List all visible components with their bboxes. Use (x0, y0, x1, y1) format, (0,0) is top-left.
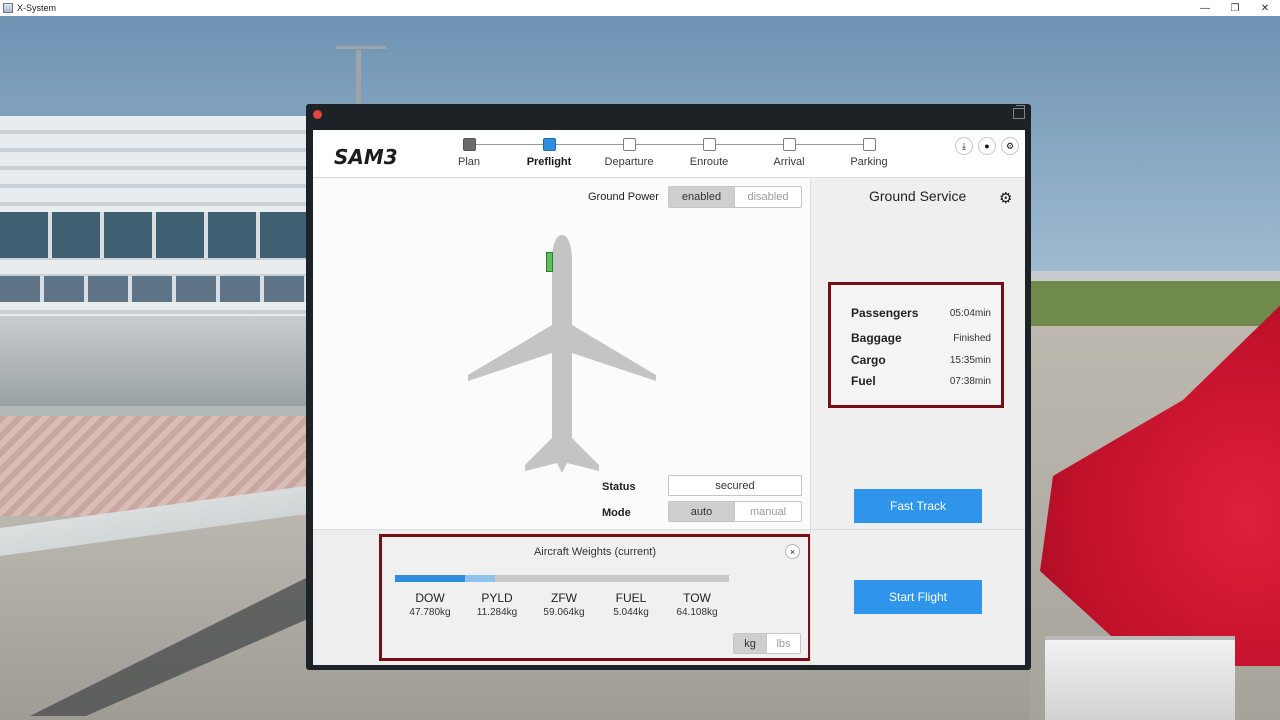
step-label: Parking (850, 156, 888, 168)
service-name: Baggage (851, 331, 902, 345)
flight-phase-stepper: Plan Preflight Departure Enroute Arrival (453, 138, 893, 174)
service-timers-box: Passengers 05:04min Baggage Finished Car… (828, 282, 1004, 408)
weight-zfw: ZFW 59.064kg (531, 591, 597, 618)
weight-key: DOW (415, 591, 445, 605)
weight-progress-bar (395, 575, 729, 582)
service-name: Passengers (851, 306, 919, 320)
ground-service-title: Ground Service (869, 188, 967, 204)
weight-bar-dow (395, 575, 466, 582)
step-marker (862, 138, 876, 151)
header: SAM3 Plan Preflight Departure Enroute Ar… (313, 130, 1025, 178)
step-parking[interactable]: Parking (837, 138, 901, 168)
step-marker (702, 138, 716, 151)
step-departure[interactable]: Departure (597, 138, 661, 168)
status-label: Status (602, 481, 636, 493)
os-window-title: X-System (17, 3, 57, 13)
weight-value: 5.044kg (613, 607, 649, 618)
step-marker (542, 138, 556, 151)
start-flight-button[interactable]: Start Flight (854, 580, 982, 614)
download-icon[interactable]: ⤓ (955, 137, 973, 155)
window-close-dot[interactable] (313, 110, 322, 119)
grass-field (1030, 281, 1280, 326)
step-label: Plan (457, 156, 481, 168)
service-row-passengers: Passengers 05:04min (851, 306, 991, 320)
weight-value: 47.780kg (409, 607, 451, 618)
step-plan[interactable]: Plan (437, 138, 501, 168)
step-preflight[interactable]: Preflight (517, 138, 581, 168)
brand-logo: SAM3 (334, 145, 398, 169)
service-value: 05:04min (949, 307, 991, 319)
ground-service-panel: Ground Service ⚙ Passengers 05:04min Bag… (810, 179, 1025, 529)
weight-key: PYLD (481, 591, 513, 605)
weight-bar-pyld (465, 575, 496, 582)
settings-icon[interactable]: ⚙ (1001, 137, 1019, 155)
ground-truck (1045, 636, 1235, 720)
weight-value: 64.108kg (676, 607, 718, 618)
header-actions: ⤓ ● ⚙ (955, 137, 1019, 155)
weight-dow: DOW 47.780kg (397, 591, 463, 618)
record-icon[interactable]: ● (978, 137, 996, 155)
ground-power-toggle: enabled disabled (668, 186, 802, 208)
close-icon[interactable]: × (785, 544, 800, 559)
service-name: Fuel (851, 374, 876, 388)
ground-power-disabled-option[interactable]: disabled (735, 187, 801, 207)
service-value: 15:35min (949, 354, 991, 366)
flight-actions-panel: Start Flight (810, 529, 1025, 665)
ground-power-enabled-option[interactable]: enabled (669, 187, 735, 207)
weight-tow: TOW 64.108kg (664, 591, 730, 618)
ground-power-label: Ground Power (588, 191, 659, 203)
mode-auto-option[interactable]: auto (669, 502, 735, 521)
jet-bridge (0, 316, 306, 406)
aircraft-silhouette (468, 235, 656, 473)
step-label: Enroute (689, 156, 729, 168)
service-value: Finished (953, 332, 991, 344)
weight-pyld: PYLD 11.284kg (464, 591, 530, 618)
os-title-bar: X-System — ❐ ✕ (0, 0, 1280, 16)
sam3-content: SAM3 Plan Preflight Departure Enroute Ar… (313, 130, 1025, 665)
step-marker (782, 138, 796, 151)
step-label: Preflight (526, 156, 572, 168)
weight-key: FUEL (615, 591, 647, 605)
weight-key: TOW (683, 591, 711, 605)
weights-title: Aircraft Weights (current) (533, 546, 657, 558)
unit-toggle: kg lbs (733, 633, 801, 654)
unit-kg-option[interactable]: kg (734, 634, 768, 653)
step-label: Arrival (773, 156, 805, 168)
sam3-window: SAM3 Plan Preflight Departure Enroute Ar… (306, 104, 1031, 670)
gear-icon[interactable]: ⚙ (999, 189, 1012, 207)
popout-icon[interactable] (1013, 105, 1025, 119)
weight-value: 59.064kg (543, 607, 585, 618)
service-name: Cargo (851, 353, 886, 367)
step-marker (462, 138, 476, 151)
service-row-baggage: Baggage Finished (851, 331, 991, 345)
step-marker (622, 138, 636, 151)
mode-manual-option[interactable]: manual (735, 502, 801, 521)
aircraft-panel: Ground Power enabled disabled Status sec… (313, 179, 810, 529)
door-indicator[interactable] (546, 252, 553, 272)
step-enroute[interactable]: Enroute (677, 138, 741, 168)
weight-key: ZFW (551, 591, 577, 605)
unit-lbs-option[interactable]: lbs (767, 634, 800, 653)
step-arrival[interactable]: Arrival (757, 138, 821, 168)
weight-fuel: FUEL 5.044kg (598, 591, 664, 618)
weights-panel: Aircraft Weights (current) × DOW 47.780k… (313, 529, 811, 665)
terminal-windows-lower (0, 276, 306, 302)
light-mast-top (336, 46, 386, 60)
step-label: Departure (604, 156, 654, 168)
weight-value: 11.284kg (476, 607, 518, 618)
terminal-building (0, 116, 306, 336)
mode-toggle: auto manual (668, 501, 802, 522)
status-value: secured (668, 475, 802, 496)
window-app-icon (3, 3, 13, 13)
service-row-cargo: Cargo 15:35min (851, 353, 991, 367)
close-window-button[interactable]: ✕ (1250, 0, 1280, 16)
restore-button[interactable]: ❐ (1220, 0, 1250, 16)
service-value: 07:38min (949, 375, 991, 387)
mode-label: Mode (602, 507, 631, 519)
service-row-fuel: Fuel 07:38min (851, 374, 991, 388)
terminal-windows (0, 212, 306, 258)
fast-track-button[interactable]: Fast Track (854, 489, 982, 523)
aircraft-weights-box: Aircraft Weights (current) × DOW 47.780k… (379, 534, 811, 661)
minimize-button[interactable]: — (1190, 0, 1220, 16)
